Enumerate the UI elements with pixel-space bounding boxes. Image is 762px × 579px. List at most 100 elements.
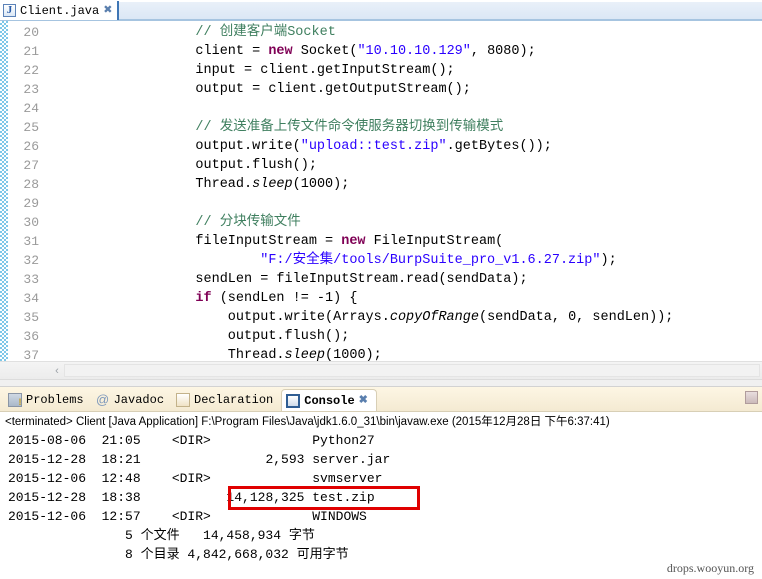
editor-tab-client-java[interactable]: Client.java ✖ [0, 1, 120, 20]
code-token: Thread. [163, 177, 253, 192]
code-token: input = client.getInputStream(); [163, 63, 455, 78]
tab-label: Declaration [194, 393, 274, 407]
line-number: 29 [23, 196, 39, 211]
terminate-button[interactable] [745, 391, 758, 404]
source-code-text[interactable]: // 创建客户端Socket client = new Socket("10.1… [43, 21, 762, 361]
line-number: 24 [23, 101, 39, 116]
code-token: new [268, 44, 293, 59]
code-token: ); [600, 253, 617, 268]
view-tab-bar: Problems @Javadoc Declaration Console ✖ [0, 387, 762, 411]
line-number: 26 [23, 139, 39, 154]
line-number: 35 [23, 310, 39, 325]
code-token: .getBytes()); [446, 139, 552, 154]
code-line[interactable]: output.write(Arrays.copyOfRange(sendData… [163, 308, 762, 327]
code-token: FileInputStream( [365, 234, 504, 249]
code-line[interactable]: if (sendLen != -1) { [163, 289, 762, 308]
code-token: client = [163, 44, 269, 59]
code-editor[interactable]: 20 21 22 23 24 25 26 27 28 29 30 31 32 33 34 35 36 37 // … [0, 21, 762, 361]
code-token: (1000); [292, 177, 350, 192]
line-number: 27 [23, 158, 39, 173]
problems-icon [8, 393, 23, 409]
code-token: // 分块传输文件 [195, 215, 301, 230]
tab-javadoc[interactable]: @ Javadoc [92, 389, 172, 411]
code-token: output.flush(); [163, 158, 317, 173]
code-token: output.flush(); [163, 329, 350, 344]
code-token: , 8080); [470, 44, 536, 59]
code-line[interactable]: output.flush(); [163, 156, 762, 175]
line-number: 28 [23, 177, 39, 192]
code-line[interactable]: input = client.getInputStream(); [163, 61, 762, 80]
line-number: 31 [23, 234, 39, 249]
console-launch-header: <terminated> Client [Java Application] F… [5, 416, 610, 428]
console-summary: 5 个文件 14,458,934 字节 8 个目录 4,842,668,032 … [0, 526, 762, 564]
line-number: 33 [23, 272, 39, 287]
annotation-ruler[interactable] [0, 21, 9, 361]
console-directory-row: 2015-12-06 12:57 <DIR> WINDOWS [8, 509, 367, 524]
code-token: sleep [284, 348, 326, 361]
tab-problems[interactable]: Problems [4, 389, 92, 411]
line-number: 21 [23, 44, 39, 59]
code-line[interactable] [163, 99, 762, 118]
console-directory-row: 2015-08-06 21:05 <DIR> Python27 [8, 433, 375, 448]
code-token: sleep [252, 177, 293, 192]
code-token: output.write( [163, 139, 301, 154]
tab-console[interactable]: Console ✖ [281, 389, 377, 411]
bottom-panel: Problems @Javadoc Declaration Console ✖ <ter… [0, 387, 762, 579]
code-line[interactable]: // 发送准备上传文件命令使服务器切换到传输模式 [163, 118, 762, 137]
code-token: output = client.getOutputStream(); [163, 82, 471, 97]
code-token: "10.10.10.129" [357, 44, 471, 59]
code-token: "F:/安全集/tools/BurpSuite_pro_v1.6.27.zip" [260, 253, 601, 268]
close-icon[interactable]: ✖ [103, 5, 112, 16]
code-line[interactable] [163, 194, 762, 213]
code-token: Thread. [163, 348, 285, 361]
line-number: 25 [23, 120, 39, 135]
code-line[interactable]: Thread.sleep(1000); [163, 346, 762, 361]
code-line[interactable]: client = new Socket("10.10.10.129", 8080… [163, 42, 762, 61]
code-token: Socket( [292, 44, 358, 59]
code-token: new [341, 234, 366, 249]
editor-tab-label: Client.java [20, 3, 100, 18]
tab-label: Console [304, 393, 355, 408]
code-line[interactable]: output.flush(); [163, 327, 762, 346]
code-token: fileInputStream = [163, 234, 342, 249]
editor-horizontal-scrollbar[interactable]: ‹ [0, 361, 762, 379]
code-line[interactable]: "F:/安全集/tools/BurpSuite_pro_v1.6.27.zip"… [163, 251, 762, 270]
code-token: output.write(Arrays. [163, 310, 390, 325]
tab-declaration[interactable]: Declaration [172, 389, 281, 411]
console-directory-row: 2015-12-28 18:21 2,593 server.jar [8, 452, 391, 467]
console-summary-line: 8 个目录 4,842,668,032 可用字节 [8, 547, 349, 562]
code-line[interactable]: fileInputStream = new FileInputStream( [163, 232, 762, 251]
code-token: (sendLen != -1) { [211, 291, 358, 306]
line-number: 30 [23, 215, 39, 230]
tab-label: Javadoc [113, 393, 165, 407]
chevron-left-icon[interactable]: ‹ [50, 363, 64, 378]
code-line[interactable]: Thread.sleep(1000); [163, 175, 762, 194]
code-line[interactable]: // 分块传输文件 [163, 213, 762, 232]
editor-tab-strip-filler [119, 2, 762, 20]
code-line[interactable]: output = client.getOutputStream(); [163, 80, 762, 99]
panel-divider[interactable] [0, 379, 762, 387]
code-line[interactable]: output.write("upload::test.zip".getBytes… [163, 137, 762, 156]
code-token: if [195, 291, 212, 306]
console-directory-row: 2015-12-28 18:38 14,128,325 test.zip [8, 490, 375, 505]
code-token: sendLen = fileInputStream.read(sendData)… [163, 272, 528, 287]
code-token: // 创建客户端Socket [195, 25, 336, 40]
console-view[interactable]: <terminated> Client [Java Application] F… [0, 411, 762, 579]
line-number: 23 [23, 82, 39, 97]
code-line[interactable]: sendLen = fileInputStream.read(sendData)… [163, 270, 762, 289]
code-token: copyOfRange [389, 310, 479, 325]
code-line[interactable]: // 创建客户端Socket [163, 23, 762, 42]
code-token: // 发送准备上传文件命令使服务器切换到传输模式 [195, 120, 504, 135]
code-token: "upload::test.zip" [300, 139, 447, 154]
line-number: 22 [23, 63, 39, 78]
line-number: 36 [23, 329, 39, 344]
line-number: 20 [23, 25, 39, 40]
code-token: (1000); [325, 348, 382, 361]
scrollbar-track[interactable] [64, 364, 760, 377]
close-icon[interactable]: ✖ [359, 395, 368, 406]
